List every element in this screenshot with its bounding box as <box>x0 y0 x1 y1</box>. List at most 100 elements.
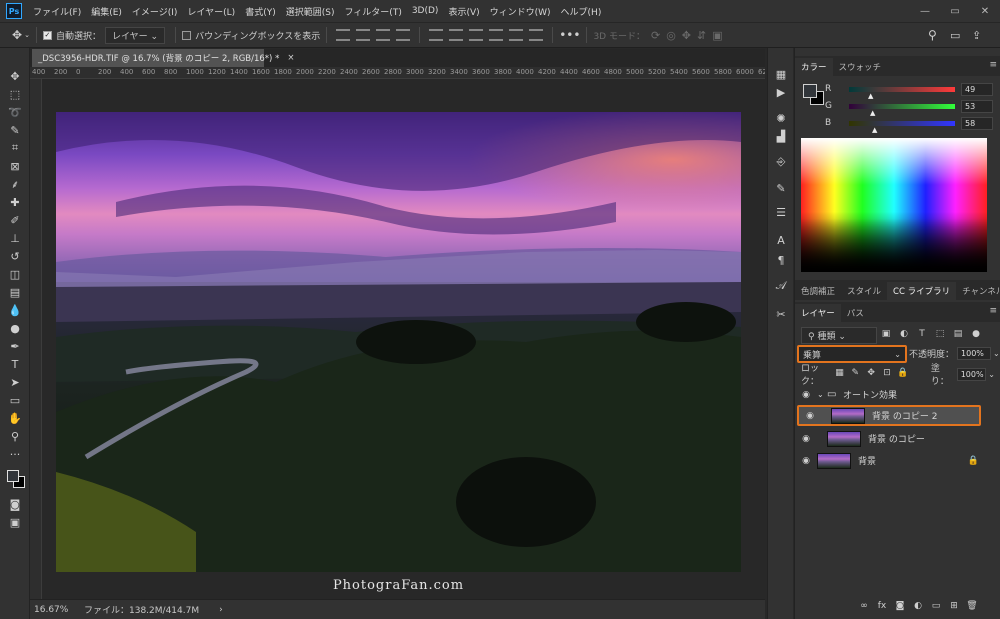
properties-icon[interactable]: ☰ <box>772 204 790 220</box>
zoom-tool-icon[interactable]: ⚲ <box>5 428 25 444</box>
menu-image[interactable]: イメージ(I) <box>127 5 183 18</box>
adjustments-icon[interactable]: ✺ <box>772 110 790 126</box>
maximize-icon[interactable]: ▭ <box>940 0 970 22</box>
hand-tool-icon[interactable]: ✋ <box>5 410 25 426</box>
lock-position-icon[interactable]: ✥ <box>865 368 877 380</box>
eye-icon[interactable]: ◉ <box>795 434 817 444</box>
dodge-tool-icon[interactable]: ● <box>5 320 25 336</box>
b-value-input[interactable]: 58 <box>961 116 993 130</box>
brushes-icon[interactable]: ✎ <box>772 180 790 196</box>
eraser-tool-icon[interactable]: ◫ <box>5 266 25 282</box>
color-swatches[interactable] <box>803 84 825 106</box>
align-vcenter-icon[interactable] <box>356 29 371 41</box>
menu-type[interactable]: 書式(Y) <box>240 5 281 18</box>
slider-b[interactable]: B ▲ 58 <box>825 115 1000 134</box>
horizontal-ruler[interactable]: 400 200 0 200 400 600 800 1000 1200 1400 1600 1800 2… <box>30 67 765 79</box>
tab-color[interactable]: カラー <box>795 58 833 76</box>
chevron-down-icon[interactable]: ⌄ <box>993 349 1000 358</box>
tab-styles[interactable]: スタイル <box>841 282 887 300</box>
distribute-center-icon[interactable] <box>449 29 464 41</box>
filter-pixel-icon[interactable]: ▣ <box>879 329 893 341</box>
shape-tool-icon[interactable]: ▭ <box>5 392 25 408</box>
tab-cc-libraries[interactable]: CC ライブラリ <box>887 282 957 300</box>
document-tab[interactable]: _DSC3956-HDR.TIF @ 16.7% (背景 のコピー 2, RGB… <box>32 49 294 67</box>
document-image[interactable] <box>56 112 741 572</box>
distribute-left-icon[interactable] <box>489 29 504 41</box>
chevron-right-icon[interactable]: › <box>219 605 223 615</box>
panel-menu-icon[interactable]: ≡ <box>989 306 997 316</box>
tab-adjustments[interactable]: 色調補正 <box>795 282 841 300</box>
menu-window[interactable]: ウィンドウ(W) <box>485 5 556 18</box>
libraries-icon[interactable]: ⎆ <box>772 154 790 170</box>
history-icon[interactable]: ▦ <box>772 66 790 82</box>
distribute-top-icon[interactable] <box>429 29 444 41</box>
slider-handle-icon[interactable]: ▲ <box>872 126 877 134</box>
lock-paint-icon[interactable]: ✎ <box>849 368 861 380</box>
clone-stamp-icon[interactable]: ⊥ <box>5 230 25 246</box>
gradient-tool-icon[interactable]: ▤ <box>5 284 25 300</box>
lasso-tool-icon[interactable]: ➰ <box>5 104 25 120</box>
menu-file[interactable]: ファイル(F) <box>28 5 86 18</box>
crop-tool-icon[interactable]: ⌗ <box>5 140 25 156</box>
menu-select[interactable]: 選択範囲(S) <box>281 5 340 18</box>
new-group-icon[interactable]: ▭ <box>929 601 943 613</box>
filter-smart-icon[interactable]: ▤ <box>951 329 965 341</box>
layer-row-group[interactable]: ◉ ⌄ ▭ オートン効果 <box>795 384 985 405</box>
menu-layer[interactable]: レイヤー(L) <box>182 5 240 18</box>
distribute-bottom-icon[interactable] <box>469 29 484 41</box>
menu-3d[interactable]: 3D(D) <box>407 6 444 16</box>
quick-mask-icon[interactable]: ◙ <box>5 496 25 512</box>
r-value-input[interactable]: 49 <box>961 82 993 96</box>
frame-tool-icon[interactable]: ⊠ <box>5 158 25 174</box>
character-icon[interactable]: A <box>772 232 790 248</box>
tab-paths[interactable]: パス <box>841 304 870 322</box>
healing-brush-icon[interactable]: ✚ <box>5 194 25 210</box>
distribute-hcenter-icon[interactable] <box>509 29 524 41</box>
r-slider-track[interactable]: ▲ <box>849 86 955 100</box>
chevron-down-icon[interactable]: ⌄ <box>24 31 30 39</box>
panel-menu-icon[interactable]: ≡ <box>989 60 997 70</box>
pen-tool-icon[interactable]: ✒ <box>5 338 25 354</box>
filter-adjustment-icon[interactable]: ◐ <box>897 329 911 341</box>
lock-all-icon[interactable]: 🔒 <box>897 368 909 380</box>
layer-row[interactable]: ◉ 背景 のコピー <box>795 428 985 449</box>
eye-icon[interactable]: ◉ <box>795 390 817 400</box>
align-top-icon[interactable] <box>336 29 351 41</box>
actions-icon[interactable]: ▶ <box>772 84 790 100</box>
color-swatches[interactable] <box>5 468 27 490</box>
distribute-right-icon[interactable] <box>529 29 544 41</box>
vertical-ruler[interactable] <box>30 79 42 599</box>
fx-icon[interactable]: fx <box>875 601 889 613</box>
zoom-level[interactable]: 16.67% <box>34 605 74 615</box>
type-tool-icon[interactable]: T <box>5 356 25 372</box>
more-options-icon[interactable]: ••• <box>559 28 580 42</box>
g-slider-track[interactable]: ▲ <box>849 103 955 117</box>
quick-select-tool-icon[interactable]: ✎ <box>5 122 25 138</box>
menu-help[interactable]: ヘルプ(H) <box>556 5 607 18</box>
brush-tool-icon[interactable]: ✐ <box>5 212 25 228</box>
history-brush-icon[interactable]: ↺ <box>5 248 25 264</box>
tool-presets-icon[interactable]: ✂ <box>772 306 790 322</box>
color-ramp[interactable] <box>801 138 987 272</box>
layer-row-background[interactable]: ◉ 背景 🔒 <box>795 450 985 471</box>
foreground-color-swatch[interactable] <box>7 470 19 482</box>
eye-icon[interactable]: ◉ <box>795 456 817 466</box>
tab-swatches[interactable]: スウォッチ <box>833 58 888 76</box>
paragraph-icon[interactable]: ¶ <box>772 252 790 268</box>
filter-shape-icon[interactable]: ⬚ <box>933 329 947 341</box>
auto-select-checkbox[interactable]: ✓ 自動選択： <box>42 29 101 42</box>
layer-row-selected[interactable]: ◉ 背景 のコピー 2 <box>797 405 981 426</box>
screen-mode-icon[interactable]: ▣ <box>5 514 25 530</box>
histogram-icon[interactable]: ▟ <box>772 128 790 144</box>
link-layers-icon[interactable]: ∞ <box>857 601 871 613</box>
b-slider-track[interactable]: ▲ <box>849 120 955 134</box>
tab-layers[interactable]: レイヤー <box>795 304 841 322</box>
glyphs-icon[interactable]: 𝒜 <box>772 278 790 294</box>
path-select-icon[interactable]: ➤ <box>5 374 25 390</box>
menu-filter[interactable]: フィルター(T) <box>339 5 406 18</box>
slider-r[interactable]: R ▲ 49 <box>825 81 1000 100</box>
menu-view[interactable]: 表示(V) <box>443 5 484 18</box>
auto-select-target-dropdown[interactable]: レイヤー ⌄ <box>104 26 166 44</box>
layer-filter-dropdown[interactable]: ⚲ 種類 ⌄ <box>801 326 877 344</box>
slider-g[interactable]: G ▲ 53 <box>825 98 1000 117</box>
